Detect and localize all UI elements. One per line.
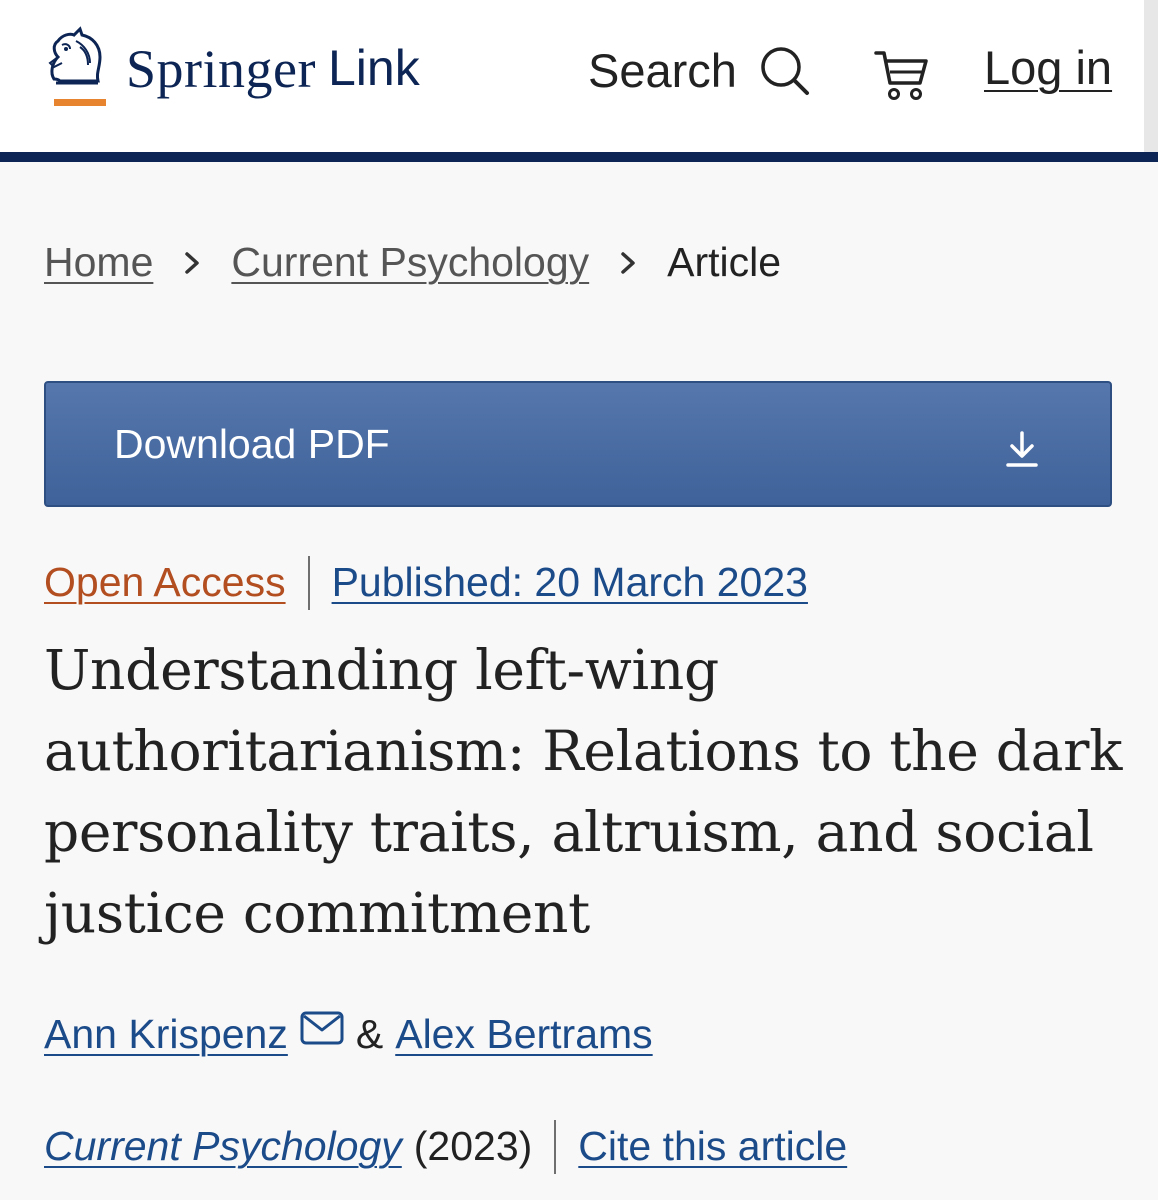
search-button[interactable]: Search (588, 38, 811, 102)
cite-article-link[interactable]: Cite this article (578, 1122, 847, 1171)
author-link[interactable]: Ann Krispenz (44, 1010, 288, 1059)
logo-brand-text: Springer (126, 39, 316, 99)
open-access-link[interactable]: Open Access (44, 558, 286, 607)
breadcrumb-current: Article (667, 239, 782, 285)
breadcrumb-journal[interactable]: Current Psychology (231, 238, 589, 287)
search-icon (761, 47, 809, 95)
knight-horse-icon (48, 26, 106, 106)
published-date-link[interactable]: Published: 20 March 2023 (332, 558, 808, 607)
article-meta: Open Access Published: 20 March 2023 (44, 556, 808, 610)
publication-year: (2023) (413, 1123, 533, 1170)
springer-link-logo[interactable]: Springer Link (40, 22, 420, 112)
breadcrumb: Home Current Psychology Article (44, 238, 781, 287)
mail-icon[interactable] (300, 1011, 344, 1045)
citation-divider (554, 1120, 557, 1174)
logo-sub-text: Link (327, 40, 420, 96)
journal-link[interactable]: Current Psychology (44, 1122, 402, 1171)
scrollbar-track[interactable] (1144, 0, 1158, 152)
download-icon (1006, 431, 1038, 467)
header-divider (0, 152, 1158, 162)
search-label: Search (588, 43, 737, 97)
chevron-right-icon (185, 251, 200, 274)
cart-icon[interactable] (872, 45, 930, 103)
site-header: Springer Link Search Log in (0, 0, 1158, 152)
meta-divider (307, 556, 310, 610)
author-link[interactable]: Alex Bertrams (395, 1010, 652, 1059)
citation-line: Current Psychology (2023) Cite this arti… (44, 1120, 847, 1174)
chevron-right-icon (621, 251, 635, 274)
download-pdf-button[interactable]: Download PDF (44, 381, 1112, 507)
article-title: Understanding left-wing authoritarianism… (44, 638, 1123, 945)
author-list: Ann Krispenz & Alex Bertrams (44, 1010, 653, 1059)
login-link[interactable]: Log in (984, 40, 1112, 96)
author-separator: & (355, 1011, 384, 1057)
download-pdf-label: Download PDF (114, 420, 390, 467)
breadcrumb-home[interactable]: Home (44, 238, 153, 287)
